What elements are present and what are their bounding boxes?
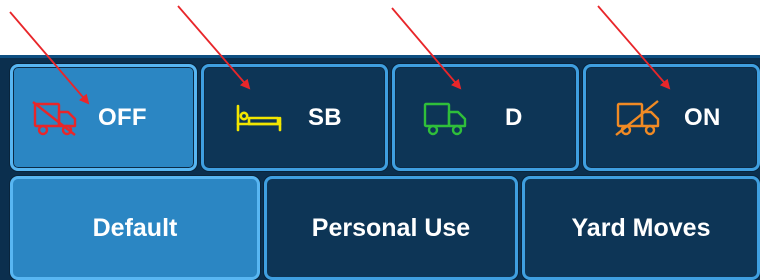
sleeper-berth-button[interactable]: SB <box>201 64 388 171</box>
driving-button[interactable]: D <box>392 64 579 171</box>
truck-on-icon <box>614 98 664 138</box>
truck-off-icon <box>30 98 80 138</box>
personal-use-button[interactable]: Personal Use <box>264 176 518 280</box>
bed-icon <box>234 98 284 138</box>
off-duty-label: OFF <box>98 103 147 131</box>
sleeper-berth-label: SB <box>308 103 342 131</box>
default-mode-label: Default <box>92 213 178 242</box>
yard-moves-button[interactable]: Yard Moves <box>522 176 760 280</box>
on-duty-button[interactable]: ON <box>583 64 760 171</box>
on-duty-label: ON <box>684 103 721 131</box>
off-duty-button[interactable]: OFF <box>10 64 197 171</box>
default-mode-button[interactable]: Default <box>10 176 260 280</box>
yard-moves-label: Yard Moves <box>571 213 711 242</box>
personal-use-label: Personal Use <box>311 213 471 242</box>
truck-icon <box>421 98 471 138</box>
driving-label: D <box>505 103 523 131</box>
